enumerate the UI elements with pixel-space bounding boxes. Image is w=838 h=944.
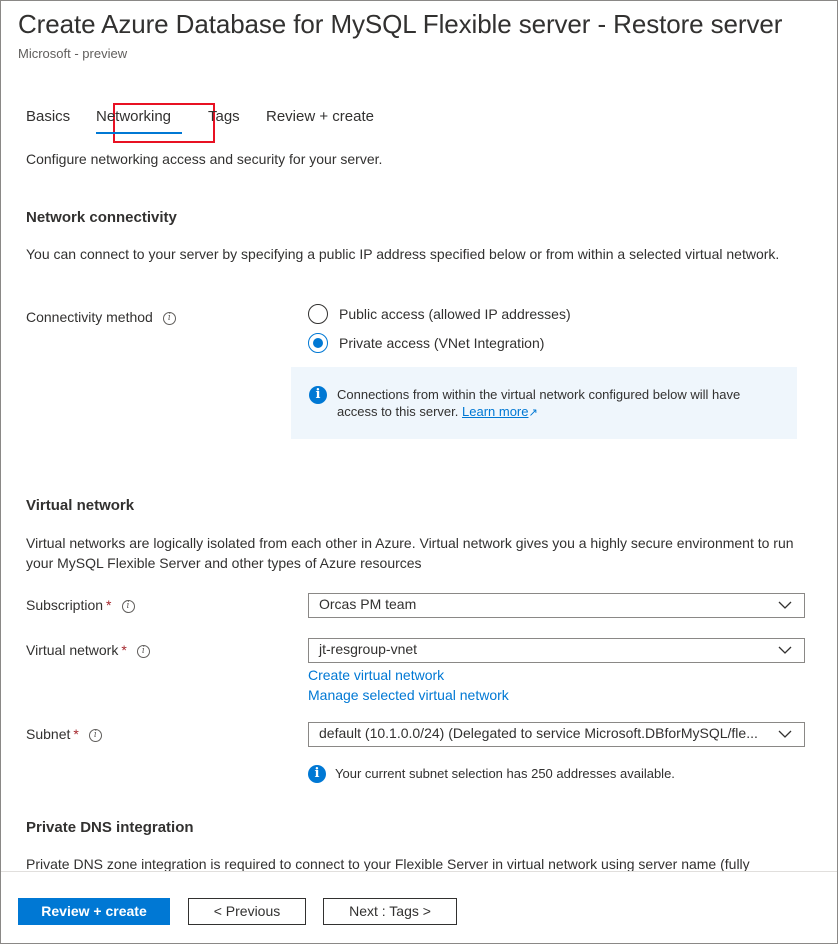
review-create-button[interactable]: Review + create bbox=[18, 898, 170, 925]
info-icon[interactable]: i bbox=[88, 728, 102, 742]
tab-networking[interactable]: Networking bbox=[96, 108, 171, 125]
radio-label: Public access (allowed IP addresses) bbox=[339, 306, 571, 322]
restore-server-blade: Create Azure Database for MySQL Flexible… bbox=[0, 0, 838, 944]
footer-bar: Review + create < Previous Next : Tags > bbox=[1, 871, 837, 943]
info-icon: i bbox=[308, 765, 326, 783]
subscription-dropdown[interactable]: Orcas PM team bbox=[308, 593, 805, 618]
active-tab-underline bbox=[96, 132, 182, 134]
virtual-network-value: jt-resgroup-vnet bbox=[319, 641, 418, 657]
virtual-network-label: Virtual network * i bbox=[26, 642, 150, 658]
info-icon[interactable]: i bbox=[162, 311, 176, 325]
info-message-text: Connections from within the virtual netw… bbox=[337, 386, 777, 422]
info-text: Connections from within the virtual netw… bbox=[337, 387, 741, 419]
next-tags-button[interactable]: Next : Tags > bbox=[323, 898, 457, 925]
virtual-network-dropdown[interactable]: jt-resgroup-vnet bbox=[308, 638, 805, 663]
page-title: Create Azure Database for MySQL Flexible… bbox=[18, 9, 783, 39]
tab-review-create[interactable]: Review + create bbox=[266, 108, 374, 125]
private-dns-heading: Private DNS integration bbox=[26, 819, 194, 836]
radio-label: Private access (VNet Integration) bbox=[339, 335, 545, 351]
info-icon[interactable]: i bbox=[121, 599, 135, 613]
tab-tags[interactable]: Tags bbox=[208, 108, 240, 125]
subnet-dropdown[interactable]: default (10.1.0.0/24) (Delegated to serv… bbox=[308, 722, 805, 747]
page-subtitle: Microsoft - preview bbox=[18, 46, 128, 61]
manage-virtual-network-link[interactable]: Manage selected virtual network bbox=[308, 685, 509, 705]
subnet-info-text: Your current subnet selection has 250 ad… bbox=[335, 766, 675, 781]
intro-text: Configure networking access and security… bbox=[26, 151, 383, 167]
previous-button[interactable]: < Previous bbox=[188, 898, 306, 925]
radio-private-access[interactable]: Private access (VNet Integration) bbox=[308, 333, 544, 353]
subnet-label-text: Subnet bbox=[26, 726, 71, 742]
network-connectivity-description: You can connect to your server by specif… bbox=[26, 246, 780, 262]
radio-public-access[interactable]: Public access (allowed IP addresses) bbox=[308, 304, 571, 324]
network-connectivity-heading: Network connectivity bbox=[26, 209, 177, 226]
create-virtual-network-link[interactable]: Create virtual network bbox=[308, 665, 444, 685]
virtual-network-description: Virtual networks are logically isolated … bbox=[26, 535, 794, 571]
learn-more-link[interactable]: Learn more bbox=[462, 404, 528, 419]
required-marker: * bbox=[73, 726, 79, 742]
info-icon[interactable]: i bbox=[136, 644, 150, 658]
virtual-network-heading: Virtual network bbox=[26, 497, 135, 514]
tab-basics[interactable]: Basics bbox=[26, 108, 70, 125]
radio-button-selected[interactable] bbox=[308, 333, 328, 353]
virtual-network-label-text: Virtual network bbox=[26, 642, 119, 658]
connectivity-method-label: Connectivity method i bbox=[26, 309, 176, 325]
required-marker: * bbox=[121, 642, 127, 658]
subnet-value: default (10.1.0.0/24) (Delegated to serv… bbox=[319, 725, 758, 741]
chevron-down-icon bbox=[778, 646, 792, 654]
chevron-down-icon bbox=[778, 730, 792, 738]
subscription-label: Subscription * i bbox=[26, 597, 135, 613]
external-link-icon: ↗ bbox=[528, 407, 538, 419]
info-icon: i bbox=[309, 386, 327, 404]
info-message-box: i Connections from within the virtual ne… bbox=[291, 367, 797, 439]
radio-button[interactable] bbox=[308, 304, 328, 324]
chevron-down-icon bbox=[778, 601, 792, 609]
subscription-label-text: Subscription bbox=[26, 597, 104, 613]
required-marker: * bbox=[106, 597, 112, 613]
subscription-value: Orcas PM team bbox=[319, 596, 417, 612]
subnet-label: Subnet * i bbox=[26, 726, 102, 742]
connectivity-method-text: Connectivity method bbox=[26, 309, 153, 325]
